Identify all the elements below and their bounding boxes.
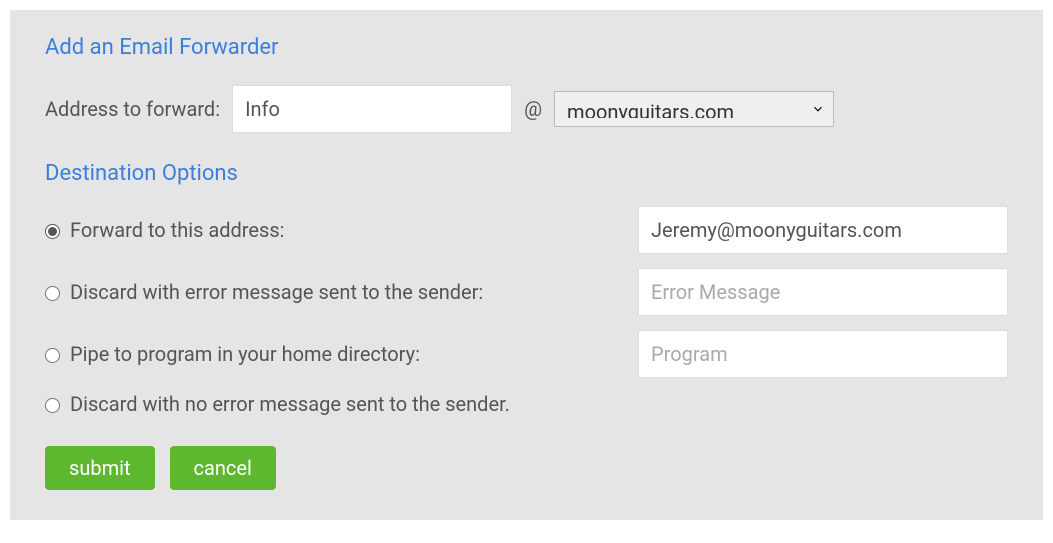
- section-title-destination-options: Destination Options: [45, 161, 1008, 186]
- option-row-pipe: Pipe to program in your home directory:: [45, 330, 1008, 378]
- address-row: Address to forward: @ moonyguitars.com: [45, 85, 1008, 133]
- label-discard-error: Discard with error message sent to the s…: [70, 280, 483, 304]
- radio-discard-error[interactable]: [45, 286, 60, 301]
- option-row-forward: Forward to this address:: [45, 206, 1008, 254]
- label-forward: Forward to this address:: [70, 218, 284, 242]
- option-row-discard-silent: Discard with no error message sent to th…: [45, 392, 1008, 416]
- label-pipe: Pipe to program in your home directory:: [70, 342, 420, 366]
- radio-discard-silent[interactable]: [45, 398, 60, 413]
- input-program[interactable]: [638, 330, 1008, 378]
- input-error-message[interactable]: [638, 268, 1008, 316]
- button-row: submit cancel: [45, 446, 1008, 490]
- address-to-forward-label: Address to forward:: [45, 97, 220, 121]
- section-title-add-forwarder: Add an Email Forwarder: [45, 35, 1008, 60]
- cancel-button[interactable]: cancel: [170, 446, 276, 490]
- email-forwarder-panel: Add an Email Forwarder Address to forwar…: [10, 10, 1043, 520]
- submit-button[interactable]: submit: [45, 446, 155, 490]
- radio-forward[interactable]: [45, 224, 60, 239]
- input-forward-address[interactable]: [638, 206, 1008, 254]
- at-symbol: @: [524, 97, 542, 121]
- address-input[interactable]: [232, 85, 512, 133]
- domain-select[interactable]: moonyguitars.com: [554, 91, 834, 127]
- radio-pipe[interactable]: [45, 348, 60, 363]
- label-discard-silent: Discard with no error message sent to th…: [70, 392, 510, 416]
- option-row-discard-error: Discard with error message sent to the s…: [45, 268, 1008, 316]
